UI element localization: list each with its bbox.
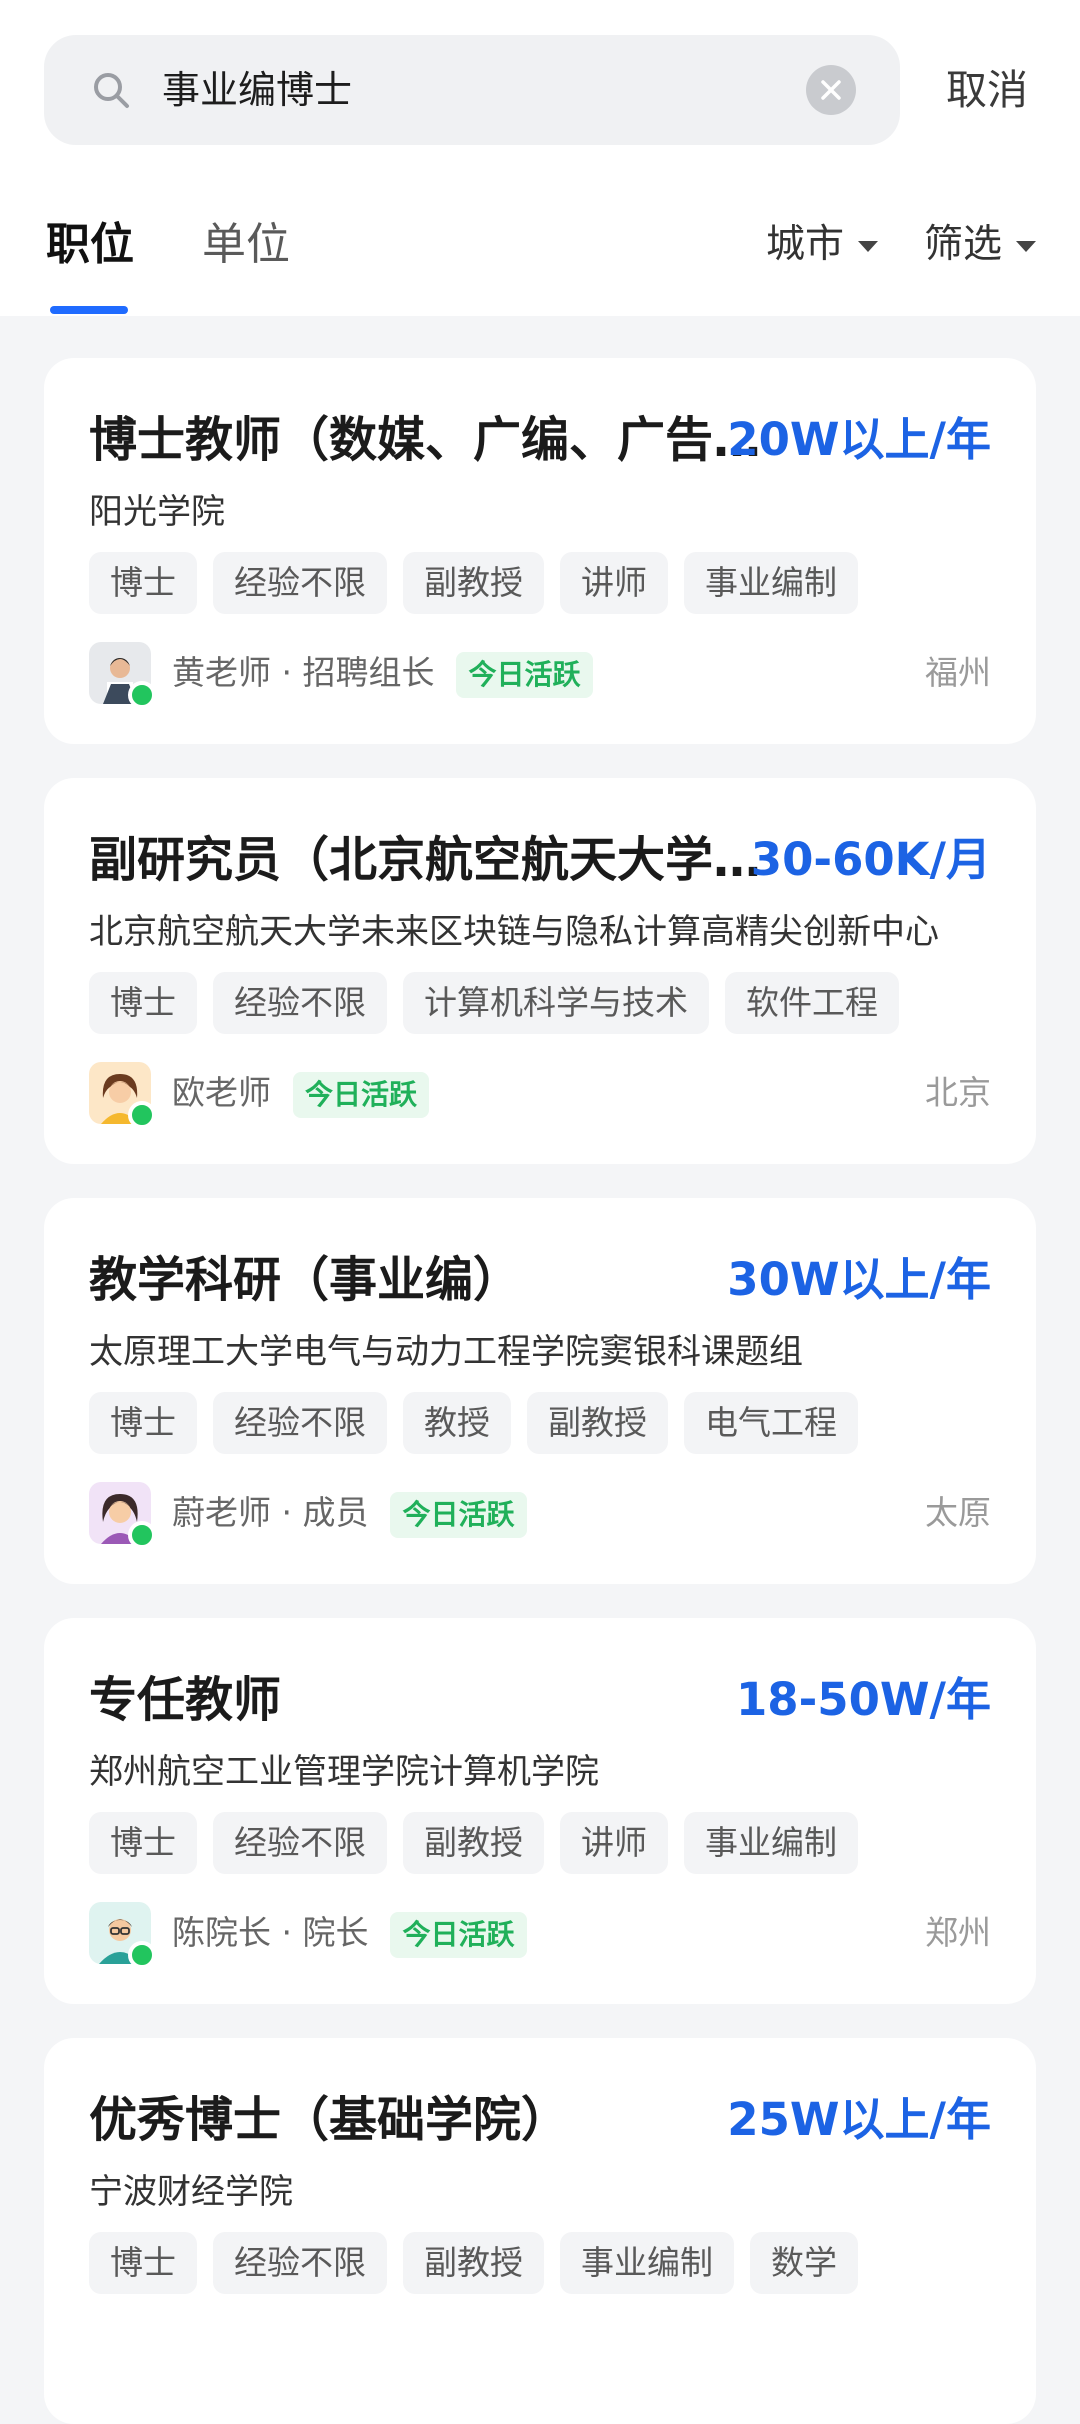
job-tag: 副教授: [527, 1392, 668, 1454]
active-today-badge: 今日活跃: [293, 1071, 430, 1118]
job-tag: 讲师: [560, 552, 668, 614]
job-tag: 经验不限: [213, 2232, 387, 2294]
active-today-badge: 今日活跃: [390, 1491, 527, 1538]
recruiter-info: 陈院长 · 院长 今日活跃: [172, 1902, 527, 1964]
job-tag: 副教授: [403, 2232, 544, 2294]
cancel-button[interactable]: 取消: [946, 55, 1028, 125]
job-title: 副研究员（北京航空航天大学未来区块链）: [89, 832, 769, 888]
job-card[interactable]: 副研究员（北京航空航天大学未来区块链） 30-60K/月 北京航空航天大学未来区…: [44, 778, 1036, 1164]
job-tag: 软件工程: [725, 972, 899, 1034]
company-name: 北京航空航天大学未来区块链与隐私计算高精尖创新中心: [89, 912, 939, 952]
job-salary: 30-60K/月: [750, 833, 991, 886]
search-input[interactable]: 事业编博士: [162, 35, 352, 145]
company-name: 郑州航空工业管理学院计算机学院: [89, 1752, 599, 1792]
job-tags: 博士 经验不限 副教授 讲师 事业编制: [89, 552, 858, 614]
job-tag: 事业编制: [560, 2232, 734, 2294]
job-tag: 事业编制: [684, 552, 858, 614]
job-tag: 经验不限: [213, 972, 387, 1034]
man-with-glasses-avatar-icon[interactable]: [89, 642, 156, 709]
job-salary: 30W以上/年: [727, 1253, 991, 1306]
job-title: 专任教师: [89, 1672, 282, 1728]
job-tag: 计算机科学与技术: [403, 972, 709, 1034]
woman-purple-avatar-icon[interactable]: [89, 1482, 156, 1549]
city-filter-label: 城市: [766, 222, 845, 267]
job-tag: 电气工程: [684, 1392, 858, 1454]
woman-cartoon-avatar-icon[interactable]: [89, 1062, 156, 1129]
clear-search-icon[interactable]: [806, 65, 856, 115]
filter-button[interactable]: 筛选: [924, 210, 1037, 280]
company-name: 宁波财经学院: [89, 2172, 293, 2212]
job-card[interactable]: 专任教师 18-50W/年 郑州航空工业管理学院计算机学院 博士 经验不限 副教…: [44, 1618, 1036, 2004]
job-tag: 博士: [89, 552, 197, 614]
active-tab-indicator: [50, 306, 128, 314]
job-tag: 经验不限: [213, 1392, 387, 1454]
job-salary: 25W以上/年: [727, 2093, 991, 2146]
filter-label: 筛选: [924, 222, 1003, 267]
recruiter-name: 陈院长 · 院长: [172, 1913, 369, 1952]
job-card[interactable]: 博士教师（数媒、广编、广告、动画等） 20W以上/年 阳光学院 博士 经验不限 …: [44, 358, 1036, 744]
job-tag: 经验不限: [213, 552, 387, 614]
job-tag: 博士: [89, 1812, 197, 1874]
online-status-dot: [128, 1941, 156, 1969]
recruiter-info: 蔚老师 · 成员 今日活跃: [172, 1482, 527, 1544]
job-tags: 博士 经验不限 副教授 讲师 事业编制: [89, 1812, 858, 1874]
online-status-dot: [128, 1521, 156, 1549]
job-city: 北京: [925, 1073, 991, 1112]
job-card[interactable]: 优秀博士（基础学院） 25W以上/年 宁波财经学院 博士 经验不限 副教授 事业…: [44, 2038, 1036, 2424]
job-tag: 事业编制: [684, 1812, 858, 1874]
job-title: 教学科研（事业编）: [89, 1252, 522, 1308]
man-glasses-teal-avatar-icon[interactable]: [89, 1902, 156, 1969]
job-title: 优秀博士（基础学院）: [89, 2092, 570, 2148]
job-tags: 博士 经验不限 计算机科学与技术 软件工程: [89, 972, 899, 1034]
job-title: 博士教师（数媒、广编、广告、动画等）: [89, 412, 779, 468]
job-tag: 数学: [750, 2232, 858, 2294]
top-bar: 事业编博士 取消 职位 单位 城市 筛选: [0, 0, 1080, 316]
search-icon: [94, 73, 129, 108]
job-tag: 经验不限: [213, 1812, 387, 1874]
job-tags: 博士 经验不限 教授 副教授 电气工程: [89, 1392, 858, 1454]
company-name: 阳光学院: [89, 492, 225, 532]
company-name: 太原理工大学电气与动力工程学院窦银科课题组: [89, 1332, 803, 1372]
job-salary: 20W以上/年: [727, 413, 991, 466]
tab-bar: 职位 单位 城市 筛选: [0, 210, 1080, 316]
job-city: 福州: [925, 653, 991, 692]
recruiter-name: 欧老师: [172, 1073, 271, 1112]
recruiter-name: 黄老师 · 招聘组长: [172, 653, 435, 692]
job-city: 郑州: [925, 1913, 991, 1952]
job-tag: 博士: [89, 972, 197, 1034]
active-today-badge: 今日活跃: [456, 651, 593, 698]
job-tag: 博士: [89, 1392, 197, 1454]
job-salary: 18-50W/年: [736, 1673, 991, 1726]
active-today-badge: 今日活跃: [390, 1911, 527, 1958]
tab-positions[interactable]: 职位: [46, 210, 134, 280]
recruiter-info: 黄老师 · 招聘组长 今日活跃: [172, 642, 593, 704]
job-tag: 讲师: [560, 1812, 668, 1874]
job-tag: 博士: [89, 2232, 197, 2294]
online-status-dot: [128, 1101, 156, 1129]
job-tag: 副教授: [403, 1812, 544, 1874]
tab-employers[interactable]: 单位: [202, 210, 290, 280]
recruiter-name: 蔚老师 · 成员: [172, 1493, 369, 1532]
job-tag: 教授: [403, 1392, 511, 1454]
job-card[interactable]: 教学科研（事业编） 30W以上/年 太原理工大学电气与动力工程学院窦银科课题组 …: [44, 1198, 1036, 1584]
job-tag: 副教授: [403, 552, 544, 614]
search-box[interactable]: 事业编博士: [44, 35, 900, 145]
city-filter-button[interactable]: 城市: [766, 210, 879, 280]
online-status-dot: [128, 681, 156, 709]
caret-down-icon: [1016, 241, 1037, 252]
recruiter-info: 欧老师 今日活跃: [172, 1062, 430, 1124]
job-tags: 博士 经验不限 副教授 事业编制 数学: [89, 2232, 858, 2294]
caret-down-icon: [858, 241, 879, 252]
job-city: 太原: [925, 1493, 991, 1532]
